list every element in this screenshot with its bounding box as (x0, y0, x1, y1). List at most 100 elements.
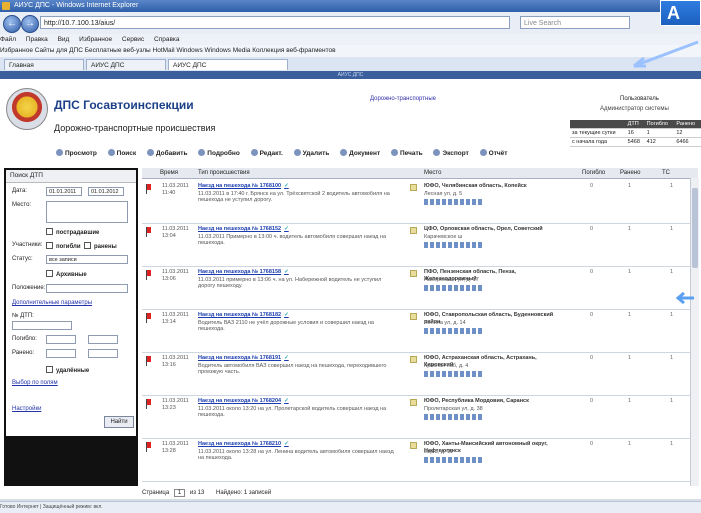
toolbar-details[interactable]: Подробно (198, 149, 240, 157)
killed-to-input[interactable] (88, 335, 118, 344)
row-type-link[interactable]: Наезд на пешехода № 1768100 ✓ (198, 183, 289, 189)
note-icon[interactable] (410, 442, 417, 449)
col-ts[interactable]: ТС (662, 168, 670, 178)
tab-home[interactable]: Главная (4, 59, 84, 70)
menu-edit[interactable]: Правка (26, 36, 48, 43)
row-killed: 0 (590, 269, 594, 275)
row-type-link[interactable]: Наезд на пешехода № 1768158 ✓ (198, 269, 289, 275)
toolbar-edit[interactable]: Редакт. (250, 149, 283, 157)
side-arrow (676, 291, 694, 305)
row-ts: 1 (670, 226, 674, 232)
toolbar-export[interactable]: Экспорт (433, 149, 469, 157)
row-injured: 1 (628, 312, 632, 318)
url-input[interactable]: http://10.7.100.13/aius/ (40, 16, 510, 29)
row-description: Водитель ВАЗ 2110 не учёл дорожные услов… (198, 320, 374, 332)
col-time[interactable]: Время (160, 168, 178, 178)
place-input[interactable] (46, 201, 128, 223)
search-icon (107, 149, 115, 156)
extra-params-link[interactable]: Дополнительные параметры (12, 300, 92, 306)
menu-help[interactable]: Справка (154, 36, 180, 43)
flag-icon (146, 184, 151, 194)
map-icons[interactable] (424, 242, 484, 248)
row-type-link[interactable]: Наезд на пешехода № 1768152 ✓ (198, 226, 289, 232)
save-search-link[interactable]: Выбор по полям (12, 380, 58, 386)
note-icon[interactable] (410, 270, 417, 277)
table-row[interactable]: 11.03.2011 13:06 Наезд на пешехода № 17681… (142, 266, 690, 310)
map-icons[interactable] (424, 328, 484, 334)
add-icon (146, 149, 154, 156)
row-killed: 0 (590, 355, 594, 361)
col-injured[interactable]: Ранено (620, 168, 640, 178)
table-row[interactable]: 11.03.2011 13:23 Наезд на пешехода № 17682… (142, 395, 690, 439)
died-checkbox[interactable]: погибли (46, 242, 81, 250)
dtp-number-input[interactable] (12, 321, 72, 330)
date-label: Дата: (12, 188, 27, 194)
table-scrollbar[interactable] (690, 178, 699, 486)
table-row[interactable]: 11.03.2011 13:04 Наезд на пешехода № 17681… (142, 223, 690, 267)
toolbar-add[interactable]: Добавить (146, 149, 187, 157)
row-description: 11.03.2011 около 13:28 на ул. Ленина вод… (198, 449, 394, 461)
col-type[interactable]: Тип происшествия (198, 168, 250, 178)
forward-icon[interactable]: → (21, 15, 39, 33)
print-icon (390, 149, 398, 156)
map-icons[interactable] (424, 457, 484, 463)
row-type-link[interactable]: Наезд на пешехода № 1768182 ✓ (198, 312, 289, 318)
menu-file[interactable]: Файл (0, 36, 16, 43)
row-type-link[interactable]: Наезд на пешехода № 1768210 ✓ (198, 441, 289, 447)
browser-status-bar: Готово Интернет | Защищённый режим: вкл. (0, 501, 701, 513)
note-icon[interactable] (410, 356, 417, 363)
report-icon (479, 149, 487, 156)
table-row[interactable]: 11.03.2011 11:40 Наезд на пешехода № 17681… (142, 180, 690, 224)
map-icons[interactable] (424, 285, 484, 291)
table-row[interactable]: 11.03.2011 13:16 Наезд на пешехода № 17681… (142, 352, 690, 396)
archived-checkbox[interactable]: Архивные (46, 270, 87, 278)
tab-aius-active[interactable]: АИУС ДПС (168, 59, 288, 70)
place-label: Место: (12, 202, 32, 208)
toolbar-view[interactable]: Просмотр (56, 149, 97, 157)
deleted-checkbox[interactable]: удалённые (46, 366, 89, 374)
status-select[interactable]: все записи (46, 255, 128, 264)
tab-aius-1[interactable]: АИУС ДПС (86, 59, 166, 70)
wounded-from-input[interactable] (46, 349, 76, 358)
menu-tools[interactable]: Сервис (122, 36, 144, 43)
find-button[interactable]: Найти (104, 416, 134, 428)
settings-link[interactable]: Настройки (12, 406, 41, 412)
row-type-link[interactable]: Наезд на пешехода № 1768191 ✓ (198, 355, 289, 361)
scrollbar-thumb[interactable] (692, 188, 698, 268)
pager-page-input[interactable]: 1 (173, 489, 186, 497)
col-killed[interactable]: Погибло (582, 168, 605, 178)
toolbar-search[interactable]: Поиск (107, 149, 136, 157)
table-row[interactable]: 11.03.2011 13:28 Наезд на пешехода № 17682… (142, 438, 690, 482)
search-input[interactable]: Live Search (520, 16, 630, 29)
row-type-link[interactable]: Наезд на пешехода № 1768204 ✓ (198, 398, 289, 404)
note-icon[interactable] (410, 313, 417, 320)
injured-checkbox[interactable]: ранены (84, 242, 117, 250)
toolbar-report[interactable]: Отчёт (479, 149, 507, 157)
callout-label: А (660, 0, 701, 26)
toolbar-document[interactable]: Документ (340, 149, 380, 157)
map-icons[interactable] (424, 371, 484, 377)
ie-icon (2, 2, 10, 10)
map-icons[interactable] (424, 414, 484, 420)
menu-view[interactable]: Вид (58, 36, 70, 43)
wounded-to-input[interactable] (88, 349, 118, 358)
killed-from-input[interactable] (46, 335, 76, 344)
table-row[interactable]: 11.03.2011 13:14 Наезд на пешехода № 17681… (142, 309, 690, 353)
date-from-input[interactable]: 01.01.2011 (46, 187, 82, 196)
victims-checkbox[interactable]: пострадавшие (46, 228, 99, 236)
stats-cell: 1 (644, 128, 675, 138)
back-icon[interactable]: ← (3, 15, 21, 33)
menu-favorites[interactable]: Избранное (79, 36, 112, 43)
toolbar-print[interactable]: Печать (390, 149, 423, 157)
map-icons[interactable] (424, 199, 484, 205)
location-input[interactable] (46, 284, 128, 293)
incidents-table: Время Тип происшествия Место Погибло Ран… (142, 168, 698, 486)
note-icon[interactable] (410, 227, 417, 234)
col-place[interactable]: Место (424, 168, 441, 178)
note-icon[interactable] (410, 184, 417, 191)
note-icon[interactable] (410, 399, 417, 406)
toolbar-delete[interactable]: Удалить (293, 149, 329, 157)
checkbox-icon (46, 228, 53, 235)
date-to-input[interactable]: 01.01.2012 (88, 187, 124, 196)
header-section-link[interactable]: Дорожно-транспортные (370, 96, 436, 102)
